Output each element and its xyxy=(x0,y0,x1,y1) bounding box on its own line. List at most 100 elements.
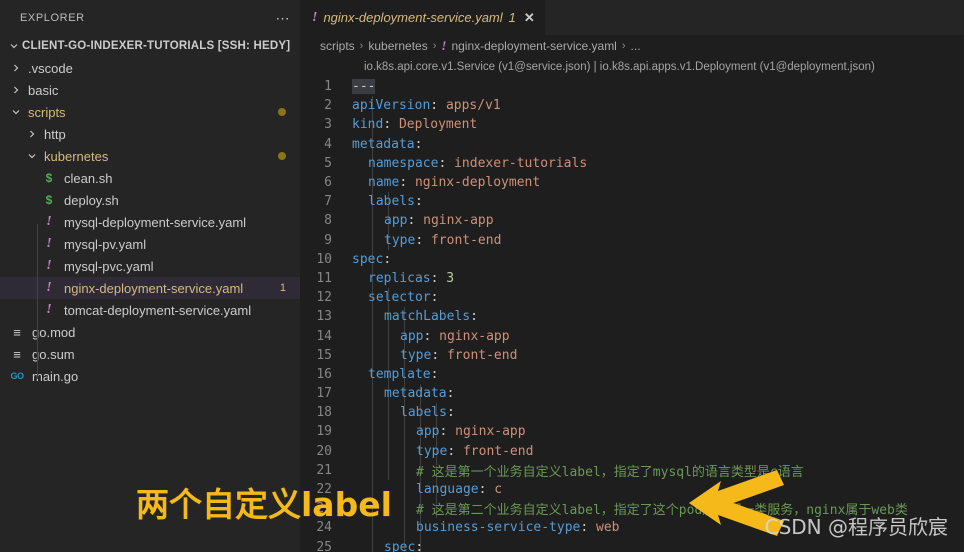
line-number: 9 xyxy=(324,232,332,248)
chevron-right-icon[interactable] xyxy=(8,79,24,101)
tree-file-mysql-deployment-service-yaml[interactable]: ! mysql-deployment-service.yaml xyxy=(0,211,300,233)
line-number: 19 xyxy=(316,424,332,440)
breadcrumb-part[interactable]: kubernetes xyxy=(368,39,427,53)
code-token: spec xyxy=(384,539,416,552)
line-number: 11 xyxy=(316,270,332,286)
line-number: 2 xyxy=(324,98,332,114)
annotation-label: 两个自定义label xyxy=(136,485,392,524)
code-token: namespace xyxy=(368,155,439,171)
code-token: : xyxy=(447,443,463,459)
code-line[interactable]: 10 spec: xyxy=(300,250,964,269)
explorer-header: EXPLORER ⋯ xyxy=(0,0,300,35)
breadcrumb-part[interactable]: scripts xyxy=(320,39,355,53)
code-line[interactable]: 7 labels: xyxy=(300,192,964,211)
code-token: template xyxy=(368,366,431,382)
code-line-text: apiVersion: apps/v1 xyxy=(352,98,501,113)
code-line[interactable]: 8 app: nginx-app xyxy=(300,211,964,230)
chevron-down-icon[interactable] xyxy=(8,101,24,123)
chevron-down-icon[interactable] xyxy=(6,35,22,57)
tree-file-deploy-sh[interactable]: $ deploy.sh xyxy=(0,189,300,211)
tree-folder-basic[interactable]: basic xyxy=(0,79,300,101)
sh-file-icon: $ xyxy=(45,171,53,185)
tree-file-main-go[interactable]: GO main.go xyxy=(0,365,300,387)
code-token: : xyxy=(407,213,424,229)
code-token: front-end xyxy=(430,232,502,248)
watermark-text: CSDN @程序员欣宸 xyxy=(764,515,948,539)
code-line[interactable]: 1 --- xyxy=(300,77,964,96)
breadcrumb-part[interactable]: ... xyxy=(631,39,641,53)
editor-pane: ! nginx-deployment-service.yaml 1 ✕ scri… xyxy=(300,0,964,552)
code-line-text: app: nginx-app xyxy=(352,424,526,439)
tree-folder-kubernetes[interactable]: kubernetes xyxy=(0,145,300,167)
code-token: Deployment xyxy=(398,117,478,133)
vscode-window: EXPLORER ⋯ CLIENT-GO-INDEXER-TUTORIALS [… xyxy=(0,0,964,552)
line-number: 21 xyxy=(316,462,332,478)
tab-nginx-deployment-service-yaml[interactable]: ! nginx-deployment-service.yaml 1 ✕ xyxy=(300,0,546,35)
code-line-text: metadata: xyxy=(352,386,454,401)
tab-label: nginx-deployment-service.yaml xyxy=(323,10,503,25)
chevron-right-icon[interactable] xyxy=(24,123,40,145)
code-token: front-end xyxy=(446,347,518,363)
breadcrumb[interactable]: scripts › kubernetes ›! nginx-deployment-ser… xyxy=(300,35,964,57)
tree-file-go-mod[interactable]: ≡ go.mod xyxy=(0,321,300,343)
code-line[interactable]: 13 matchLabels: xyxy=(300,307,964,326)
yaml-warning-icon: ! xyxy=(441,38,447,53)
code-line[interactable]: 14 app: nginx-app xyxy=(300,326,964,345)
code-line[interactable]: 12 selector: xyxy=(300,288,964,307)
tree-folder--vscode[interactable]: .vscode xyxy=(0,57,300,79)
problem-count-badge: 1 xyxy=(279,282,286,294)
tree-file-clean-sh[interactable]: $ clean.sh xyxy=(0,167,300,189)
code-line[interactable]: 2 apiVersion: apps/v1 xyxy=(300,96,964,115)
code-line[interactable]: 9 type: front-end xyxy=(300,231,964,250)
code-line[interactable]: 19 app: nginx-app xyxy=(300,422,964,441)
code-line[interactable]: 17 metadata: xyxy=(300,384,964,403)
code-line[interactable]: 21 # 这是第一个业务自定义label，指定了mysql的语言类型是c语言 xyxy=(300,461,964,480)
tree-indent-guide xyxy=(37,224,38,379)
code-token: : xyxy=(423,328,440,344)
line-number: 15 xyxy=(316,347,332,363)
tree-file-tomcat-deployment-service-yaml[interactable]: ! tomcat-deployment-service.yaml xyxy=(0,299,300,321)
code-token: nginx-app xyxy=(455,424,526,440)
mod-file-icon: ≡ xyxy=(13,324,21,340)
line-number: 3 xyxy=(324,117,332,133)
tree-file-go-sum[interactable]: ≡ go.sum xyxy=(0,343,300,365)
code-line[interactable]: 11 replicas: 3 xyxy=(300,269,964,288)
chevron-right-icon[interactable] xyxy=(8,57,24,79)
tree-folder-http[interactable]: http xyxy=(0,123,300,145)
code-line[interactable]: 3 kind: Deployment xyxy=(300,115,964,134)
code-token: : xyxy=(414,194,423,210)
code-line[interactable]: 4 metadata: xyxy=(300,135,964,154)
code-line[interactable]: 6 name: nginx-deployment xyxy=(300,173,964,192)
tree-file-nginx-deployment-service-yaml[interactable]: ! nginx-deployment-service.yaml 1 xyxy=(0,277,300,299)
code-token: : xyxy=(430,270,447,286)
code-line[interactable]: 16 template: xyxy=(300,365,964,384)
breadcrumb-separator: › xyxy=(621,40,626,52)
code-line-text: type: front-end xyxy=(352,348,517,363)
yaml-warning-icon: ! xyxy=(312,9,318,25)
explorer-sidebar: EXPLORER ⋯ CLIENT-GO-INDEXER-TUTORIALS [… xyxy=(0,0,300,552)
code-line[interactable]: 20 type: front-end xyxy=(300,442,964,461)
code-line[interactable]: 5 namespace: indexer-tutorials xyxy=(300,154,964,173)
code-line[interactable]: 15 type: front-end xyxy=(300,346,964,365)
code-line[interactable]: 22 language: c xyxy=(300,480,964,499)
tree-folder-scripts[interactable]: scripts xyxy=(0,101,300,123)
code-token: business-service-type xyxy=(416,520,581,536)
tree-item-label: clean.sh xyxy=(64,170,113,186)
code-editor-content[interactable]: 1 --- 2 apiVersion: apps/v1 3 kind: Deploymen… xyxy=(300,77,964,552)
workspace-root-label: CLIENT-GO-INDEXER-TUTORIALS [SSH: HEDY] xyxy=(22,40,291,52)
tree-file-mysql-pv-yaml[interactable]: ! mysql-pv.yaml xyxy=(0,233,300,255)
code-line-text: kind: Deployment xyxy=(352,117,477,132)
code-token: app xyxy=(400,328,424,344)
code-token: c xyxy=(494,482,503,498)
line-number: 10 xyxy=(316,251,332,267)
code-token: apiVersion xyxy=(352,98,431,114)
code-token: : xyxy=(415,539,424,552)
modified-dot-badge xyxy=(278,108,286,116)
code-line[interactable]: 18 labels: xyxy=(300,403,964,422)
chevron-down-icon[interactable] xyxy=(24,145,40,167)
breadcrumb-part[interactable]: nginx-deployment-service.yaml xyxy=(451,39,616,53)
ellipsis-icon[interactable]: ⋯ xyxy=(272,7,294,29)
workspace-root-row[interactable]: CLIENT-GO-INDEXER-TUTORIALS [SSH: HEDY] xyxy=(0,35,300,57)
close-icon[interactable]: ✕ xyxy=(524,10,535,26)
tree-file-mysql-pvc-yaml[interactable]: ! mysql-pvc.yaml xyxy=(0,255,300,277)
